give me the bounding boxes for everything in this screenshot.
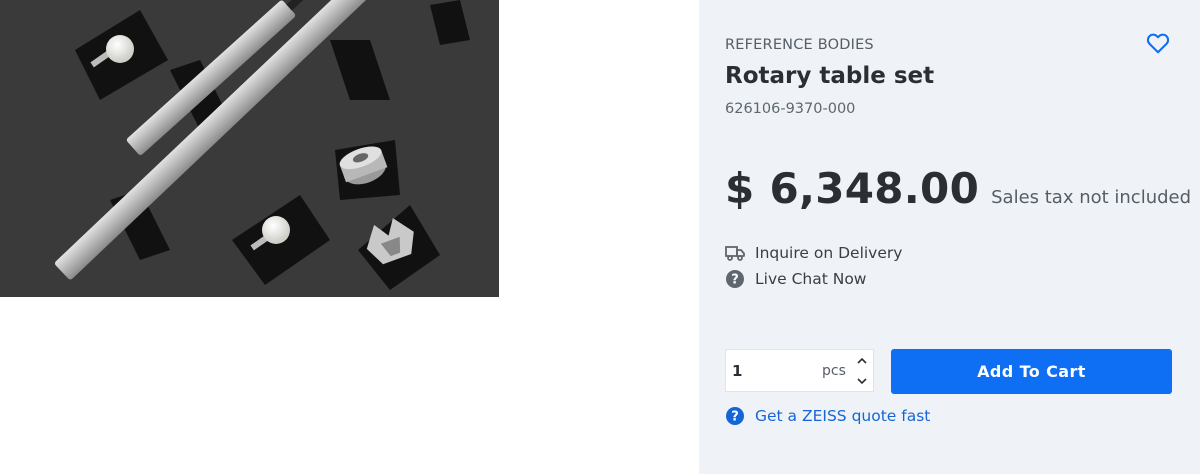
truck-icon — [725, 243, 745, 263]
heart-outline-icon[interactable] — [1145, 30, 1171, 56]
delivery-label: Inquire on Delivery — [755, 244, 903, 262]
question-circle-icon: ? — [725, 269, 745, 289]
quote-label: Get a ZEISS quote fast — [755, 407, 931, 425]
svg-text:?: ? — [731, 273, 739, 288]
tax-note: Sales tax not included — [991, 187, 1192, 208]
live-chat-link[interactable]: ? Live Chat Now — [725, 269, 866, 289]
zeiss-quote-link[interactable]: ? Get a ZEISS quote fast — [725, 406, 930, 426]
quantity-input[interactable] — [732, 360, 802, 382]
price-row: $ 6,348.00 Sales tax not included — [725, 164, 1191, 213]
question-circle-icon: ? — [725, 406, 745, 426]
chevron-up-icon[interactable] — [854, 354, 870, 368]
product-image[interactable] — [0, 0, 499, 297]
quantity-stepper[interactable]: pcs — [725, 349, 874, 392]
product-price: $ 6,348.00 — [725, 164, 980, 213]
product-category: REFERENCE BODIES — [725, 37, 874, 53]
quantity-unit: pcs — [822, 363, 846, 379]
product-detail-page: REFERENCE BODIES Rotary table set 626106… — [0, 0, 1200, 474]
chevron-down-icon[interactable] — [854, 374, 870, 388]
add-to-cart-button[interactable]: Add To Cart — [891, 349, 1172, 394]
live-chat-label: Live Chat Now — [755, 270, 867, 288]
product-sku: 626106-9370-000 — [725, 101, 856, 117]
product-photo — [0, 0, 499, 297]
product-info-panel: REFERENCE BODIES Rotary table set 626106… — [699, 0, 1200, 474]
product-title: Rotary table set — [725, 63, 935, 89]
svg-text:?: ? — [731, 410, 739, 425]
delivery-info: Inquire on Delivery — [725, 243, 902, 263]
